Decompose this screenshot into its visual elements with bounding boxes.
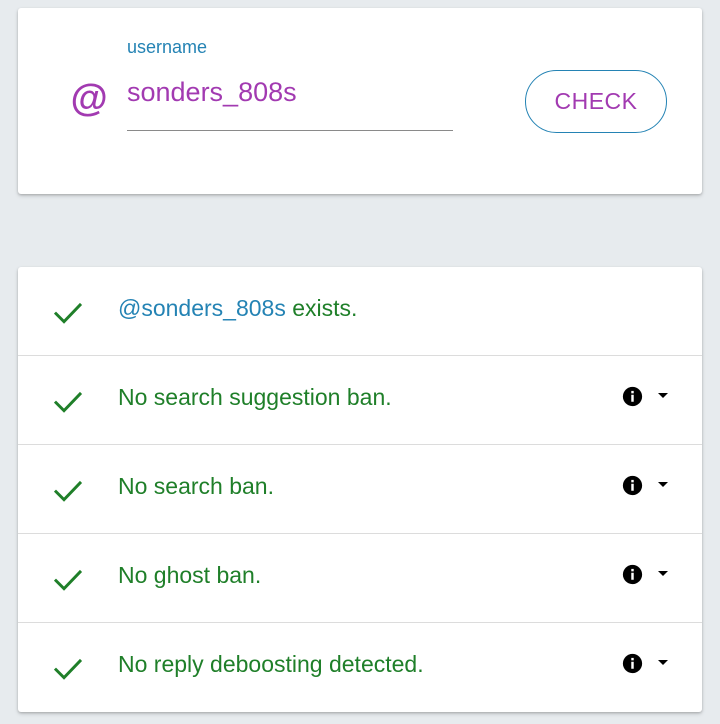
results-card: @sonders_808s exists. No search suggesti… <box>18 267 702 712</box>
result-text-exists: @sonders_808s exists. <box>118 295 357 322</box>
row-controls <box>622 653 672 675</box>
caret-down-icon[interactable] <box>657 390 669 402</box>
username-label: username <box>127 37 208 57</box>
info-icon[interactable] <box>622 475 643 496</box>
check-button[interactable]: CHECK <box>525 70 667 133</box>
result-row-reply-deboosting: No reply deboosting detected. <box>18 623 702 712</box>
row-controls <box>622 475 672 497</box>
result-text: No reply deboosting detected. <box>118 651 424 677</box>
check-icon <box>53 480 83 502</box>
check-icon <box>53 569 83 591</box>
info-icon[interactable] <box>622 653 643 674</box>
row-controls <box>622 386 672 408</box>
at-icon: @ <box>70 78 108 120</box>
result-row-search-ban: No search ban. <box>18 445 702 534</box>
result-row-exists: @sonders_808s exists. <box>18 267 702 356</box>
username-search-card: @ username CHECK <box>18 8 702 194</box>
result-text: No search suggestion ban. <box>118 384 392 410</box>
caret-down-icon[interactable] <box>657 568 669 580</box>
check-icon <box>53 658 83 680</box>
result-row-search-suggestion-ban: No search suggestion ban. <box>18 356 702 445</box>
caret-down-icon[interactable] <box>657 479 669 491</box>
username-input[interactable] <box>127 74 453 131</box>
info-icon[interactable] <box>622 564 643 585</box>
check-icon <box>53 391 83 413</box>
exists-suffix: exists. <box>285 295 358 321</box>
row-controls <box>622 564 672 586</box>
caret-down-icon[interactable] <box>657 657 669 669</box>
info-icon[interactable] <box>622 386 643 407</box>
check-icon <box>53 302 83 324</box>
result-text: No search ban. <box>118 473 274 499</box>
result-text: No ghost ban. <box>118 562 262 588</box>
result-row-ghost-ban: No ghost ban. <box>18 534 702 623</box>
username-handle[interactable]: @sonders_808s <box>118 295 286 321</box>
